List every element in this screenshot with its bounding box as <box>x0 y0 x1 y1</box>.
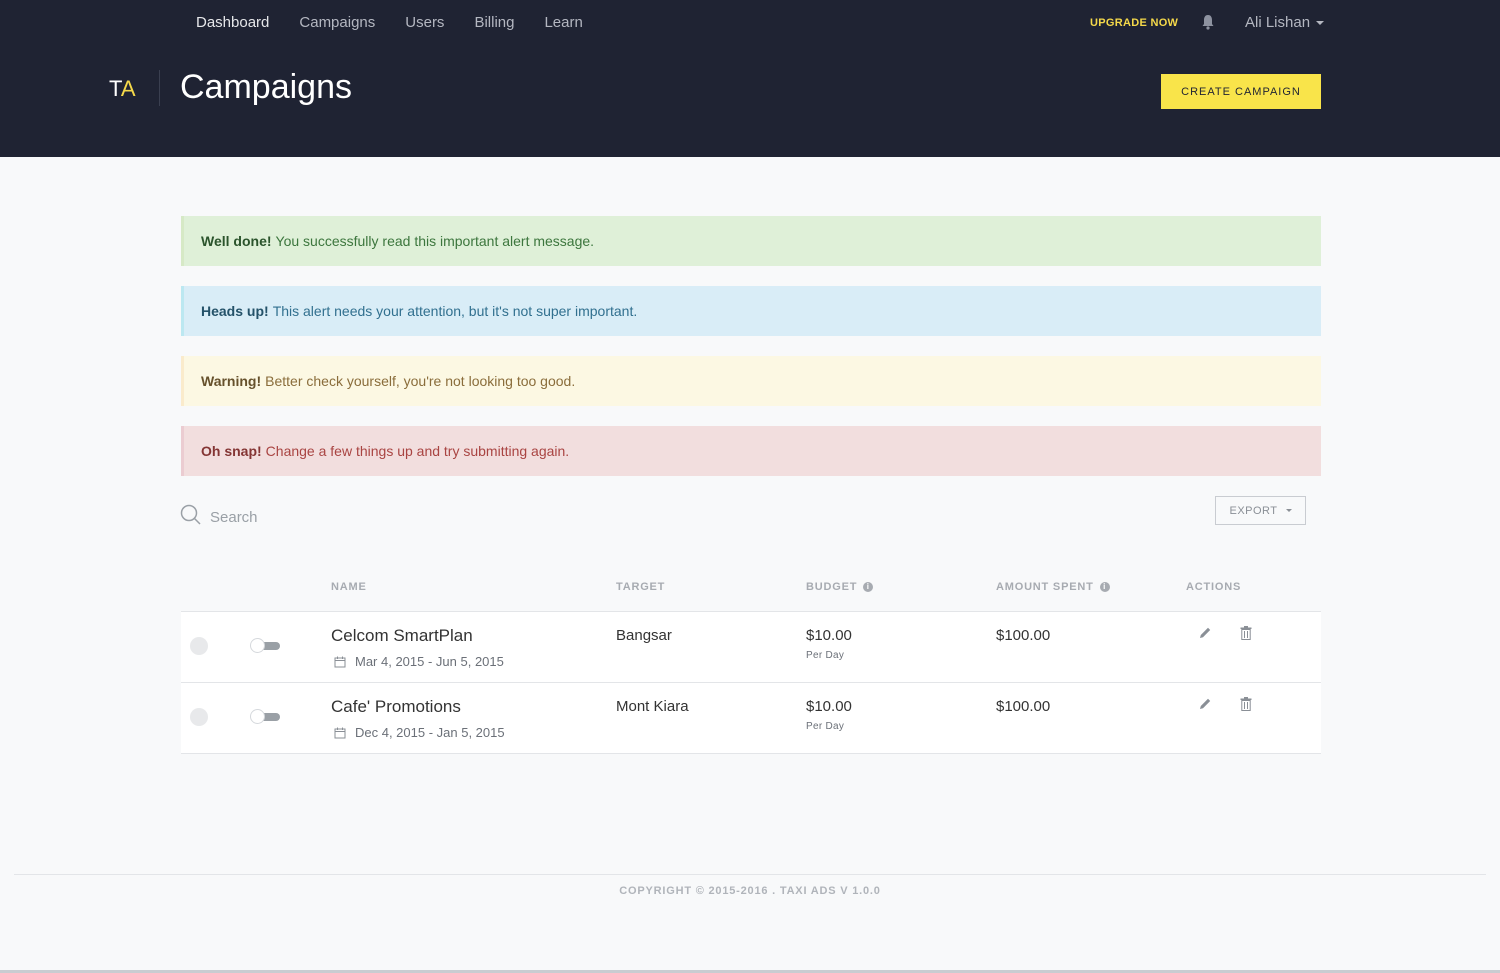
alert-strong: Oh snap! <box>201 443 262 459</box>
alert-info: Heads up! This alert needs your attentio… <box>181 286 1321 336</box>
trash-icon[interactable] <box>1240 697 1252 711</box>
alert-danger: Oh snap! Change a few things up and try … <box>181 426 1321 476</box>
divider <box>159 70 160 106</box>
calendar-icon <box>334 656 346 667</box>
amount-spent: $100.00 <box>996 627 1051 644</box>
status-toggle[interactable] <box>250 638 280 653</box>
campaign-target: Bangsar <box>616 627 672 644</box>
pencil-icon[interactable] <box>1198 697 1212 711</box>
export-label: EXPORT <box>1229 504 1278 517</box>
nav-users[interactable]: Users <box>405 13 444 33</box>
chevron-down-icon <box>1316 21 1325 25</box>
search-input[interactable] <box>210 509 510 526</box>
search-bar <box>180 504 510 531</box>
col-header-budget[interactable]: BUDGET i <box>806 581 874 593</box>
bell-icon[interactable] <box>1201 14 1215 30</box>
col-header-spent[interactable]: AMOUNT SPENT i <box>996 581 1110 593</box>
col-header-target[interactable]: TARGET <box>616 581 665 593</box>
export-button[interactable]: EXPORT <box>1215 496 1306 525</box>
alert-text: This alert needs your attention, but it'… <box>272 303 638 319</box>
create-campaign-button[interactable]: CREATE CAMPAIGN <box>1161 74 1321 109</box>
pencil-icon[interactable] <box>1198 626 1212 640</box>
logo: TA <box>109 76 136 101</box>
search-icon <box>180 504 202 531</box>
col-header-actions: ACTIONS <box>1186 581 1242 593</box>
table-row: Celcom SmartPlan Mar 4, 2015 - Jun 5, 20… <box>181 612 1321 683</box>
chevron-down-icon <box>1285 509 1292 512</box>
main-nav: Dashboard Campaigns Users Billing Learn <box>196 13 613 33</box>
col-header-name[interactable]: NAME <box>331 581 367 593</box>
campaign-budget: $10.00 <box>806 698 852 715</box>
row-select-radio[interactable] <box>190 708 208 726</box>
alert-text: You successfully read this important ale… <box>275 233 595 249</box>
budget-period: Per Day <box>806 721 845 732</box>
page-title: Campaigns <box>180 68 352 106</box>
campaign-dates: Dec 4, 2015 - Jan 5, 2015 <box>334 725 505 740</box>
info-icon[interactable]: i <box>1099 582 1110 592</box>
alert-text: Better check yourself, you're not lookin… <box>265 373 576 389</box>
alert-text: Change a few things up and try submittin… <box>265 443 570 459</box>
campaign-dates: Mar 4, 2015 - Jun 5, 2015 <box>334 654 504 669</box>
row-select-radio[interactable] <box>190 637 208 655</box>
user-name: Ali Lishan <box>1245 14 1311 31</box>
campaign-name[interactable]: Celcom SmartPlan <box>331 626 473 646</box>
nav-dashboard[interactable]: Dashboard <box>196 13 269 33</box>
amount-spent: $100.00 <box>996 698 1051 715</box>
info-icon[interactable]: i <box>863 582 874 592</box>
top-header: Dashboard Campaigns Users Billing Learn … <box>0 0 1500 157</box>
alert-success: Well done! You successfully read this im… <box>181 216 1321 266</box>
status-toggle[interactable] <box>250 709 280 724</box>
alert-strong: Warning! <box>201 373 262 389</box>
nav-billing[interactable]: Billing <box>474 13 514 33</box>
nav-learn[interactable]: Learn <box>544 13 582 33</box>
nav-campaigns[interactable]: Campaigns <box>299 13 375 33</box>
divider <box>14 874 1486 875</box>
footer-copyright: COPYRIGHT © 2015-2016 . TAXI ADS V 1.0.0 <box>619 885 881 897</box>
table-row: Cafe' Promotions Dec 4, 2015 - Jan 5, 20… <box>181 683 1321 754</box>
calendar-icon <box>334 727 346 738</box>
campaign-budget: $10.00 <box>806 627 852 644</box>
alert-warning: Warning! Better check yourself, you're n… <box>181 356 1321 406</box>
upgrade-now-link[interactable]: UPGRADE NOW <box>1090 17 1178 29</box>
campaign-name[interactable]: Cafe' Promotions <box>331 697 461 717</box>
user-menu[interactable]: Ali Lishan <box>1245 13 1325 33</box>
budget-period: Per Day <box>806 650 845 661</box>
campaign-target: Mont Kiara <box>616 698 689 715</box>
trash-icon[interactable] <box>1240 626 1252 640</box>
alert-strong: Heads up! <box>201 303 269 319</box>
alert-strong: Well done! <box>201 233 272 249</box>
